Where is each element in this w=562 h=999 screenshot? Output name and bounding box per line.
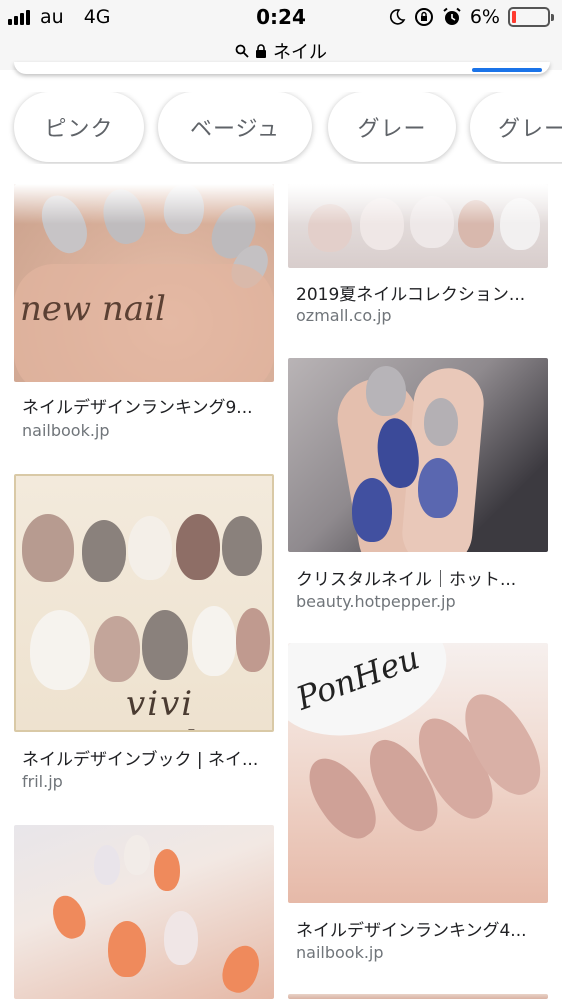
alarm-icon — [443, 7, 461, 25]
image-overlay-text: vivi nail — [126, 684, 196, 730]
result-image[interactable]: new nail — [14, 184, 274, 382]
rotation-lock-icon — [414, 8, 433, 26]
result-caption[interactable]: 2019夏ネイルコレクション... — [296, 280, 546, 305]
result-source[interactable]: nailbook.jp — [22, 421, 110, 440]
result-caption[interactable]: ネイルデザインランキング4... — [296, 916, 546, 941]
result-image[interactable] — [14, 825, 274, 999]
image-overlay-text: new nail — [20, 289, 166, 329]
search-box-edge[interactable] — [14, 62, 550, 74]
chip-gray-2[interactable]: グレー — [470, 92, 562, 162]
search-icon — [235, 44, 249, 58]
result-image[interactable]: PonHeu — [288, 643, 548, 903]
moon-icon — [389, 9, 406, 25]
battery-icon — [508, 7, 554, 27]
result-caption[interactable]: ネイルデザインブック | ネイ... — [22, 745, 272, 770]
result-source[interactable]: fril.jp — [22, 772, 63, 791]
result-caption[interactable]: ネイルデザインランキング9... — [22, 393, 272, 418]
search-submit-edge[interactable] — [472, 68, 542, 72]
lock-icon — [256, 43, 266, 58]
result-image[interactable] — [288, 184, 548, 268]
result-caption[interactable]: クリスタルネイル｜ホット... — [296, 565, 546, 590]
result-image[interactable]: vivi nail — [14, 474, 274, 732]
result-image[interactable] — [288, 994, 548, 999]
battery-percent: 6% — [469, 6, 500, 28]
result-image[interactable] — [288, 358, 548, 552]
filter-chips: ピンク ベージュ グレー グレー — [0, 92, 562, 164]
result-source[interactable]: ozmall.co.jp — [296, 306, 392, 325]
chip-pink[interactable]: ピンク — [14, 92, 144, 162]
url-query: ネイル — [273, 42, 327, 63]
chip-beige[interactable]: ベージュ — [158, 92, 312, 162]
chip-gray[interactable]: グレー — [328, 92, 456, 162]
status-bar: au 4G 0:24 6% — [0, 0, 562, 36]
result-source[interactable]: nailbook.jp — [296, 943, 384, 962]
result-source[interactable]: beauty.hotpepper.jp — [296, 592, 456, 611]
